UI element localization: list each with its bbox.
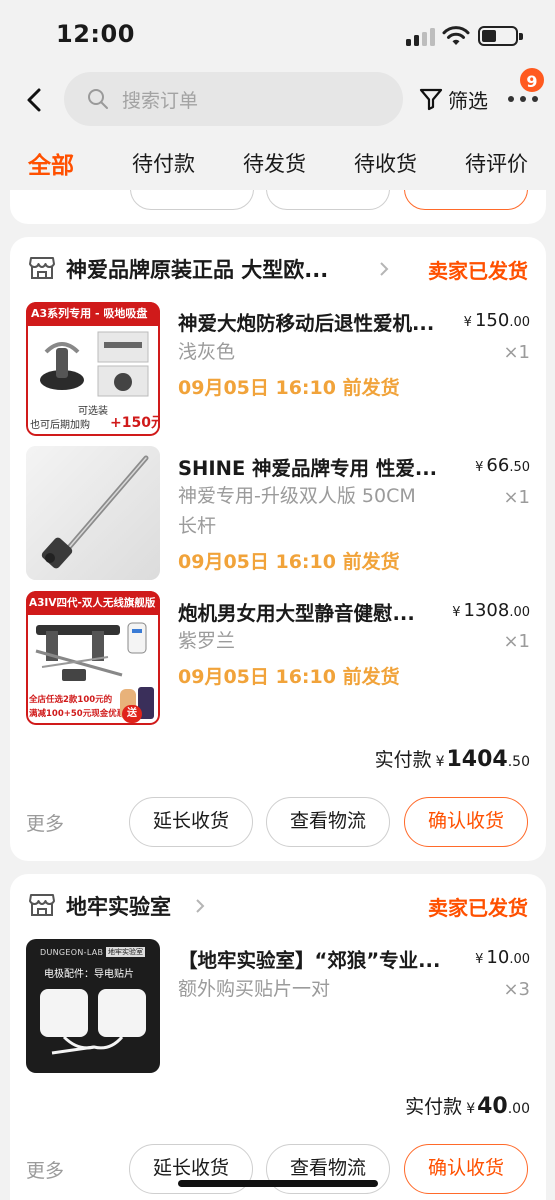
shipping-deadline: 09月05日 16:10 前发货 [178,666,400,688]
thumbnail-caption: 全店任选2款100元的 [29,695,113,705]
previous-action-button[interactable] [130,190,254,210]
electrode-pads-image [40,989,146,1055]
shop-name: 地牢实验室 [66,895,171,919]
cellular-signal-icon [406,28,436,46]
product-thumbnail: A3IV四代-双人无线旗舰版 全店任选2款100元的 满减100+50元现金优惠… [26,591,160,725]
thumbnail-price: +150元 [110,415,160,431]
order-total: 实付款 ¥40.00 [405,1094,530,1119]
shop-icon [29,257,55,279]
machine-kit-image [35,622,147,681]
status-time: 12:00 [56,20,135,48]
back-arrow-icon[interactable] [18,84,50,116]
item-quantity: ×1 [503,487,530,508]
tab-pending-shipment[interactable]: 待发货 [243,148,306,178]
item-title: SHINE 神爱品牌专用 性爱... [178,457,438,480]
order-actions: 更多 延长收货 查看物流 确认收货 [10,1144,546,1196]
shipping-deadline: 09月05日 16:10 前发货 [178,551,400,573]
gift-tag: 送 [122,705,142,723]
wifi-icon [442,26,470,45]
item-spec: 紫罗兰 [178,630,236,652]
order-item[interactable]: SHINE 神爱品牌专用 性爱... ¥66.50 神爱专用-升级双人版 50C… [10,446,546,582]
message-badge: 9 [518,66,546,94]
thumbnail-banner: A3IV四代-双人无线旗舰版 [26,591,160,615]
order-total: 实付款 ¥1404.50 [374,747,530,772]
order-card[interactable]: 神爱品牌原装正品 大型欧... 卖家已发货 A3系列专用 - 吸地吸盘 可选装 … [10,237,546,861]
order-item[interactable]: DUNGEON-LAB 地牢实验室 电极配件：导电贴片 【地牢实验室】“郊狼”专… [10,938,546,1074]
order-status: 卖家已发货 [428,896,528,920]
confirm-receipt-button[interactable]: 确认收货 [404,1144,528,1194]
extend-receipt-button[interactable]: 延长收货 [129,797,253,847]
item-price: ¥66.50 [475,455,530,476]
item-price: ¥10.00 [475,947,530,968]
item-spec: 浅灰色 [178,341,236,363]
tab-all[interactable]: 全部 [28,146,74,180]
item-title: 炮机男女用大型静音健慰... [178,602,415,625]
tab-pending-receipt[interactable]: 待收货 [354,148,417,178]
filter-icon [419,88,443,111]
order-item[interactable]: A3系列专用 - 吸地吸盘 可选装 也可后期加购 +150元 神爱大炮防移动后退… [10,301,546,437]
tab-pending-review[interactable]: 待评价 [465,148,528,178]
item-quantity: ×1 [503,342,530,363]
product-thumbnail [26,446,160,580]
thumbnail-banner: A3系列专用 - 吸地吸盘 [26,302,160,326]
shipping-deadline: 09月05日 16:10 前发货 [178,377,400,399]
item-spec: 长杆 [178,515,217,537]
thumbnail-brand-tag: 地牢实验室 [106,947,145,957]
shop-row[interactable]: 地牢实验室 卖家已发货 [10,874,546,938]
product-thumbnail: A3系列专用 - 吸地吸盘 可选装 也可后期加购 +150元 [26,302,160,436]
item-spec: 额外购买贴片一对 [178,978,331,1000]
thumbnail-caption: 电极配件：导电贴片 [44,969,134,980]
previous-action-button[interactable] [404,190,528,210]
order-card[interactable]: 地牢实验室 卖家已发货 DUNGEON-LAB 地牢实验室 电极配件：导电贴片 … [10,874,546,1200]
filter-label: 筛选 [448,88,488,113]
item-quantity: ×1 [503,631,530,652]
rod-image [26,446,160,580]
suction-cup-image [40,331,149,397]
shop-row[interactable]: 神爱品牌原装正品 大型欧... 卖家已发货 [10,237,546,301]
shop-name: 神爱品牌原装正品 大型欧... [66,258,329,282]
view-logistics-button[interactable]: 查看物流 [266,797,390,847]
home-indicator[interactable] [178,1180,378,1187]
thumbnail-caption: 也可后期加购 [30,420,90,431]
search-icon [88,89,108,109]
chevron-right-icon [380,262,389,276]
item-price: ¥1308.00 [452,600,530,621]
order-tabs: 全部 待付款 待发货 待收货 待评价 [0,140,555,190]
thumbnail-caption: 满减100+50元现金优惠 [29,709,126,719]
filter-button[interactable]: 筛选 [418,84,488,114]
item-quantity: ×3 [503,979,530,1000]
shop-icon [29,894,55,916]
item-title: 神爱大炮防移动后退性爱机... [178,312,435,335]
tab-pending-payment[interactable]: 待付款 [132,148,195,178]
item-title: 【地牢实验室】“郊狼”专业... [178,949,441,972]
chevron-right-icon [196,899,205,913]
previous-order-card [10,190,546,224]
search-input[interactable]: 搜索订单 [64,72,403,126]
status-bar: 12:00 [0,0,555,72]
order-status: 卖家已发货 [428,259,528,283]
order-actions: 更多 延长收货 查看物流 确认收货 [10,797,546,849]
confirm-receipt-button[interactable]: 确认收货 [404,797,528,847]
previous-action-button[interactable] [266,190,390,210]
search-placeholder: 搜索订单 [122,90,199,112]
order-item[interactable]: A3IV四代-双人无线旗舰版 全店任选2款100元的 满减100+50元现金优惠… [10,591,546,727]
product-thumbnail: DUNGEON-LAB 地牢实验室 电极配件：导电贴片 [26,939,160,1073]
item-spec: 神爱专用-升级双人版 50CM [178,485,416,507]
thumbnail-brand: DUNGEON-LAB [40,948,104,957]
battery-icon [478,26,523,46]
item-price: ¥150.00 [463,310,530,331]
more-link[interactable]: 更多 [26,1156,64,1183]
more-link[interactable]: 更多 [26,809,64,836]
header: 搜索订单 筛选 9 [0,66,555,128]
